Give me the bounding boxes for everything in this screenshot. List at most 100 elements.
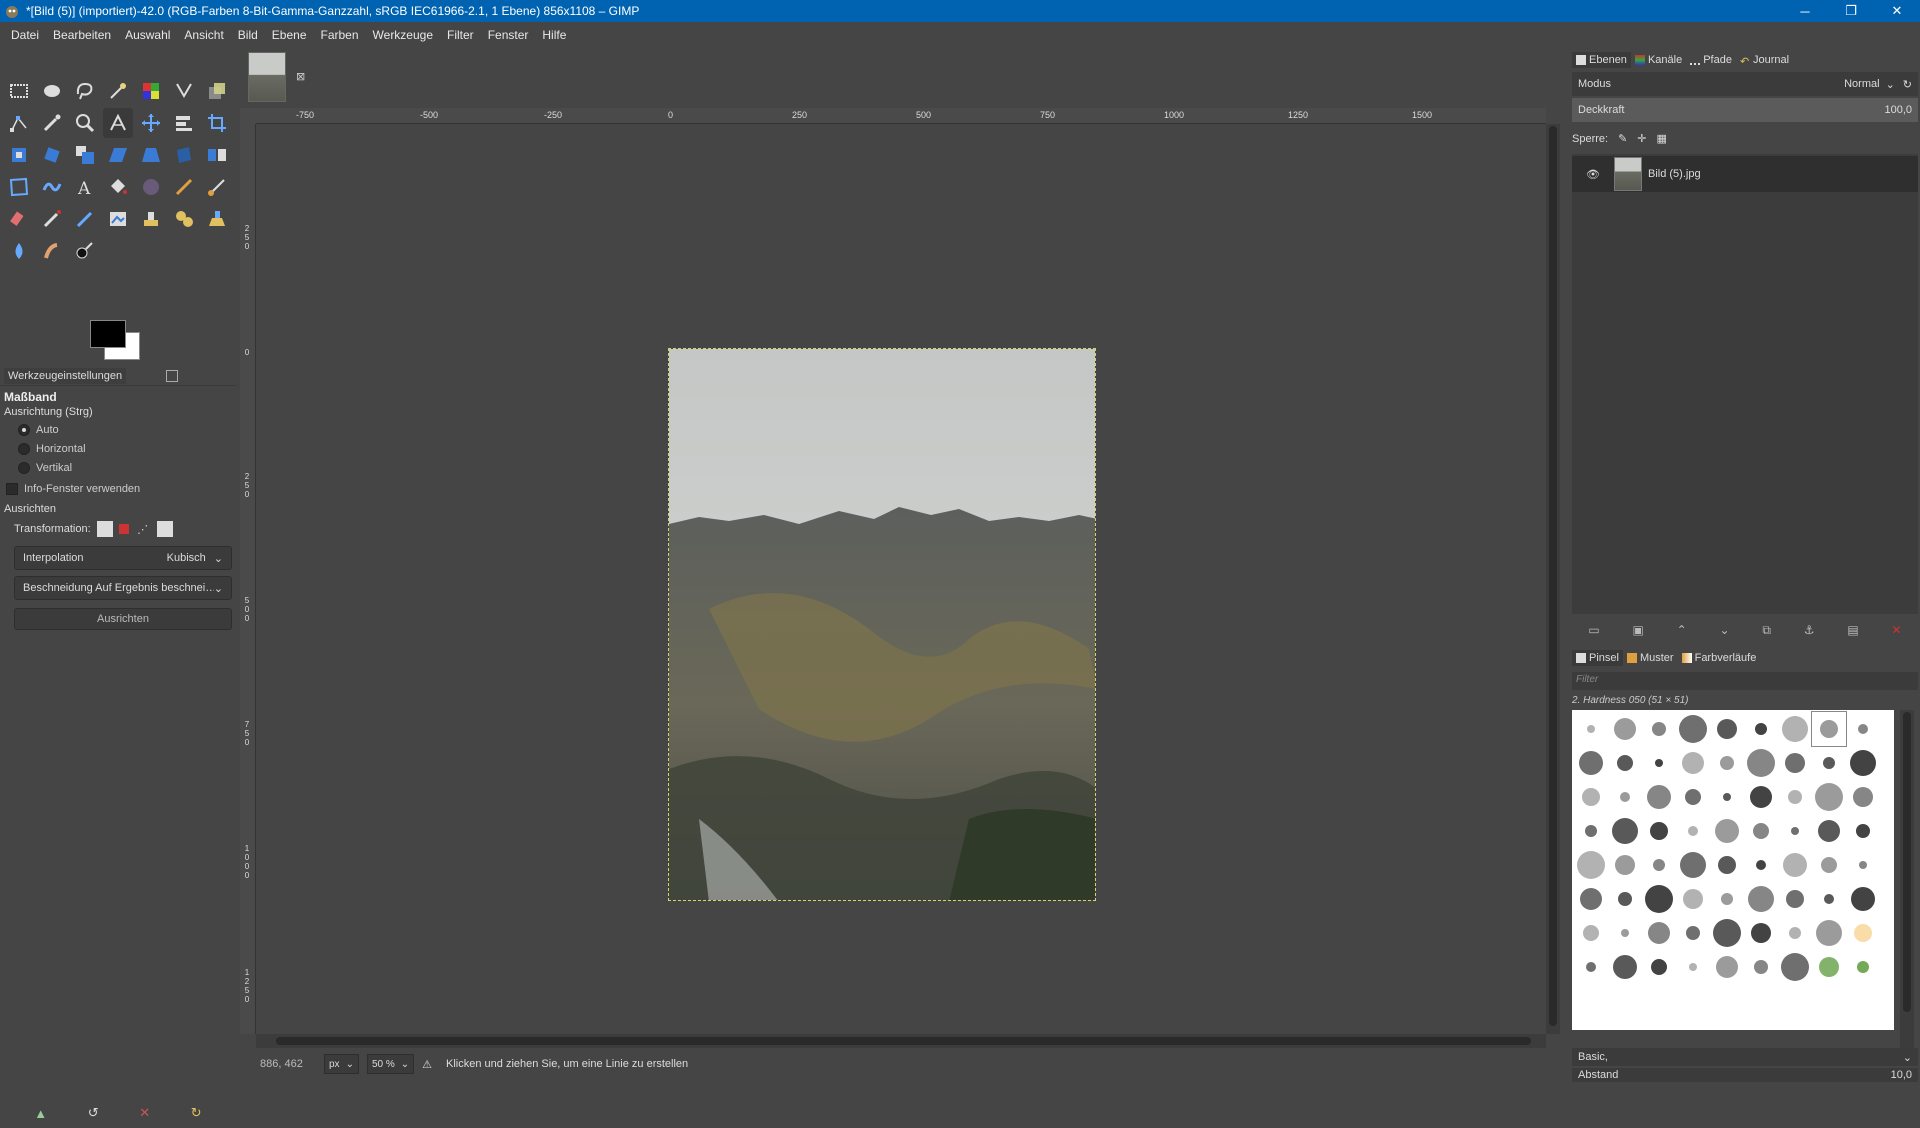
unified-transform-tool-icon[interactable] xyxy=(4,140,34,170)
brush-preset-item[interactable] xyxy=(1778,916,1812,950)
tab-farbverlaeufe[interactable]: Farbverläufe xyxy=(1678,650,1761,666)
menu-datei[interactable]: Datei xyxy=(4,28,46,42)
duplicate-layer-icon[interactable]: ⧉ xyxy=(1762,623,1771,638)
brush-preset-item[interactable] xyxy=(1744,950,1778,984)
horizontal-scrollbar[interactable] xyxy=(256,1034,1546,1048)
brush-preset-item[interactable] xyxy=(1608,882,1642,916)
rect-select-tool-icon[interactable] xyxy=(4,76,34,106)
brush-preset-item[interactable] xyxy=(1642,746,1676,780)
brush-preset-item[interactable] xyxy=(1608,848,1642,882)
brush-preset-item[interactable] xyxy=(1811,711,1847,747)
brush-preset-select[interactable]: Basic, ⌄ xyxy=(1572,1048,1918,1066)
image-canvas[interactable] xyxy=(668,348,1096,901)
cage-transform-tool-icon[interactable] xyxy=(4,172,34,202)
brush-preset-item[interactable] xyxy=(1846,712,1880,746)
transform-path-icon[interactable]: ⋰ xyxy=(135,521,151,537)
orientation-auto-radio[interactable]: Auto xyxy=(18,424,59,436)
brush-preset-item[interactable] xyxy=(1676,950,1710,984)
brush-preset-item[interactable] xyxy=(1608,712,1642,746)
brush-preset-item[interactable] xyxy=(1710,746,1744,780)
blur-sharpen-tool-icon[interactable] xyxy=(4,236,34,266)
layer-name[interactable]: Bild (5).jpg xyxy=(1648,168,1701,180)
brush-preset-item[interactable] xyxy=(1642,916,1676,950)
eye-icon[interactable]: 👁 xyxy=(1586,168,1600,181)
brush-preset-item[interactable] xyxy=(1710,848,1744,882)
healing-tool-icon[interactable] xyxy=(169,204,199,234)
brush-preset-item[interactable] xyxy=(1744,814,1778,848)
brush-preset-item[interactable] xyxy=(1846,746,1880,780)
brush-preset-item[interactable] xyxy=(1710,814,1744,848)
delete-preset-icon[interactable]: ✕ xyxy=(139,1105,150,1121)
mypaint-brush-tool-icon[interactable] xyxy=(103,204,133,234)
brush-preset-item[interactable] xyxy=(1574,950,1608,984)
tab-ebenen[interactable]: Ebenen xyxy=(1572,52,1631,68)
brush-preset-item[interactable] xyxy=(1642,712,1676,746)
horizontal-ruler[interactable]: -750 -500 -250 0 250 500 750 1000 1250 1500 xyxy=(256,108,1546,124)
align-button[interactable]: Ausrichten xyxy=(14,608,232,630)
save-preset-icon[interactable]: ▲ xyxy=(34,1106,47,1121)
brush-preset-item[interactable] xyxy=(1744,848,1778,882)
vertical-ruler[interactable]: 250 0 250 500 750 1000 1250 xyxy=(240,124,256,1034)
menu-werkzeuge[interactable]: Werkzeuge xyxy=(366,28,440,42)
pencil-tool-icon[interactable] xyxy=(169,172,199,202)
clone-tool-icon[interactable] xyxy=(136,204,166,234)
perspective-tool-icon[interactable] xyxy=(136,140,166,170)
warp-transform-tool-icon[interactable] xyxy=(37,172,67,202)
brush-preset-item[interactable] xyxy=(1812,916,1846,950)
delete-layer-icon[interactable]: ✕ xyxy=(1891,623,1901,637)
transform-grid-icon[interactable] xyxy=(156,521,173,537)
brush-preset-item[interactable] xyxy=(1846,882,1880,916)
menu-ansicht[interactable]: Ansicht xyxy=(177,28,230,42)
lock-position-icon[interactable]: ✛ xyxy=(1637,132,1646,145)
brush-preset-item[interactable] xyxy=(1778,950,1812,984)
brush-preset-item[interactable] xyxy=(1812,746,1846,780)
dodge-burn-tool-icon[interactable] xyxy=(70,236,100,266)
brush-preset-item[interactable] xyxy=(1574,814,1608,848)
reset-mode-icon[interactable]: ↻ xyxy=(1903,78,1912,91)
interpolation-select[interactable]: Interpolation Kubisch ⌄ xyxy=(14,546,232,570)
brush-preset-item[interactable] xyxy=(1574,712,1608,746)
brush-preset-item[interactable] xyxy=(1812,814,1846,848)
brush-preset-item[interactable] xyxy=(1574,746,1608,780)
brush-preset-item[interactable] xyxy=(1710,950,1744,984)
brush-preset-item[interactable] xyxy=(1676,746,1710,780)
lower-layer-icon[interactable]: ⌄ xyxy=(1720,623,1730,637)
menu-filter[interactable]: Filter xyxy=(440,28,481,42)
brush-preset-item[interactable] xyxy=(1744,746,1778,780)
brush-preset-item[interactable] xyxy=(1846,814,1880,848)
new-group-icon[interactable]: ▣ xyxy=(1633,623,1644,637)
bucket-fill-tool-icon[interactable] xyxy=(103,172,133,202)
brush-preset-item[interactable] xyxy=(1778,848,1812,882)
image-tab-thumbnail[interactable] xyxy=(248,52,286,102)
merge-layer-icon[interactable]: ▤ xyxy=(1847,623,1858,637)
scale-tool-icon[interactable] xyxy=(70,140,100,170)
crop-tool-icon[interactable] xyxy=(202,108,232,138)
zoom-select[interactable]: 50 % ⌄ xyxy=(366,1054,415,1074)
brush-preset-item[interactable] xyxy=(1710,916,1744,950)
reset-icon[interactable]: ↻ xyxy=(191,1105,202,1121)
brush-preset-item[interactable] xyxy=(1608,746,1642,780)
menu-hilfe[interactable]: Hilfe xyxy=(535,28,573,42)
anchor-layer-icon[interactable]: ⚓ xyxy=(1804,623,1815,637)
menu-fenster[interactable]: Fenster xyxy=(481,28,536,42)
tab-pinsel[interactable]: Pinsel xyxy=(1572,650,1623,666)
brush-preset-item[interactable] xyxy=(1710,780,1744,814)
brush-preset-item[interactable] xyxy=(1744,916,1778,950)
new-layer-icon[interactable]: ▭ xyxy=(1588,623,1599,637)
brush-grid[interactable] xyxy=(1572,710,1894,1030)
brush-preset-item[interactable] xyxy=(1812,882,1846,916)
orientation-vertical-radio[interactable]: Vertikal xyxy=(18,462,72,474)
brush-preset-item[interactable] xyxy=(1608,780,1642,814)
brush-preset-item[interactable] xyxy=(1642,950,1676,984)
ruler-corner[interactable] xyxy=(240,108,256,124)
info-window-checkbox[interactable]: Info-Fenster verwenden xyxy=(6,483,140,495)
tab-kanaele[interactable]: Kanäle xyxy=(1631,52,1686,68)
measure-tool-icon[interactable] xyxy=(103,108,133,138)
3d-transform-tool-icon[interactable] xyxy=(169,140,199,170)
brush-preset-item[interactable] xyxy=(1846,950,1880,984)
menu-bild[interactable]: Bild xyxy=(231,28,265,42)
brush-preset-item[interactable] xyxy=(1676,916,1710,950)
unit-select[interactable]: px ⌄ xyxy=(324,1054,359,1074)
brush-preset-item[interactable] xyxy=(1676,712,1710,746)
brush-preset-item[interactable] xyxy=(1574,848,1608,882)
